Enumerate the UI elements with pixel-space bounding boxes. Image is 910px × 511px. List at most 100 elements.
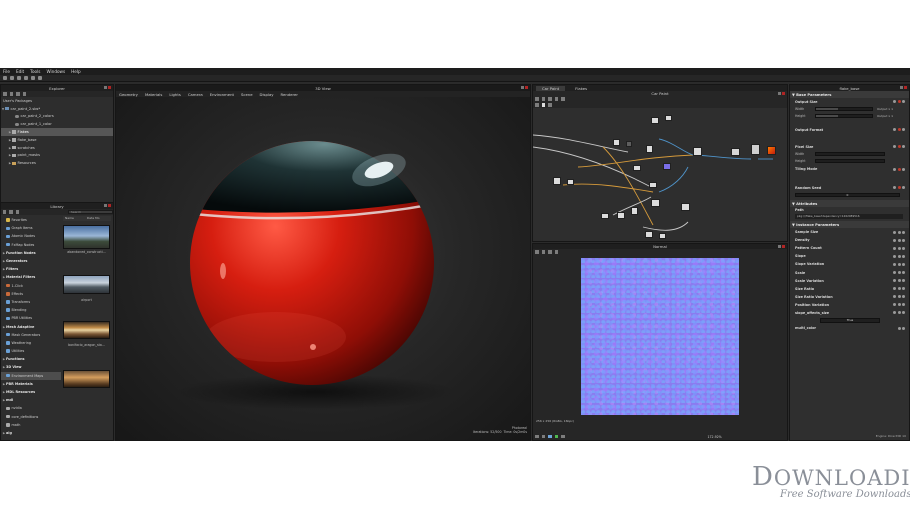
graph-node[interactable] bbox=[665, 115, 672, 121]
library-item[interactable]: Environment Maps bbox=[1, 371, 61, 380]
link-icon[interactable] bbox=[897, 311, 901, 315]
library-item[interactable]: ▶ Functions bbox=[1, 355, 61, 363]
reset-icon[interactable] bbox=[902, 145, 905, 148]
library-item[interactable]: 1-Click bbox=[1, 282, 61, 290]
channel-icon[interactable] bbox=[535, 250, 539, 254]
true-dropdown[interactable]: True bbox=[820, 317, 880, 323]
link-icon[interactable] bbox=[897, 230, 901, 234]
link-icon[interactable] bbox=[897, 271, 901, 275]
function-icon[interactable] bbox=[893, 303, 896, 307]
tree-item-selected[interactable]: ▶ Flakes bbox=[1, 128, 113, 136]
library-item[interactable]: nvidia bbox=[1, 404, 61, 412]
pixel-width-slider[interactable] bbox=[815, 151, 885, 156]
tab-flakes[interactable]: Flakes bbox=[575, 86, 587, 91]
reset-icon[interactable] bbox=[902, 303, 905, 307]
menu-tools[interactable]: Tools bbox=[30, 69, 40, 74]
function-icon[interactable] bbox=[893, 254, 896, 258]
library-item[interactable]: Weathering bbox=[1, 339, 61, 347]
close-icon[interactable] bbox=[904, 86, 907, 89]
graph-node[interactable] bbox=[567, 179, 574, 185]
reset-icon[interactable] bbox=[902, 246, 905, 250]
library-item[interactable]: ▶ MDL Resources bbox=[1, 388, 61, 396]
library-item[interactable]: Effects bbox=[1, 290, 61, 298]
base-parameters-section[interactable]: ▼ Base Parameters bbox=[790, 91, 909, 98]
undo-icon[interactable] bbox=[31, 76, 35, 80]
library-item[interactable]: PBR Utilities bbox=[1, 314, 61, 322]
reset-icon[interactable] bbox=[902, 262, 905, 266]
function-icon[interactable] bbox=[893, 311, 896, 315]
library-item[interactable]: ▶ 3D View bbox=[1, 363, 61, 371]
view3d-menu-environment[interactable]: Environment bbox=[210, 92, 234, 97]
library-item[interactable]: FxMap Nodes bbox=[1, 241, 61, 249]
library-item[interactable]: ▶ Generators bbox=[1, 257, 61, 265]
graph-node[interactable] bbox=[646, 145, 653, 153]
float-icon[interactable] bbox=[777, 245, 781, 248]
tree-item[interactable]: ▶ scratches bbox=[1, 144, 113, 152]
new-file-icon[interactable] bbox=[3, 76, 7, 80]
env-thumbnail[interactable] bbox=[63, 370, 110, 388]
close-icon[interactable] bbox=[782, 92, 785, 95]
width-slider[interactable] bbox=[815, 106, 873, 111]
histogram-icon[interactable] bbox=[561, 434, 565, 439]
link-icon[interactable] bbox=[22, 92, 26, 96]
view3d-menu-geometry[interactable]: Geometry bbox=[119, 92, 138, 97]
tree-package[interactable]: ▼ car_paint_2.sbs* bbox=[1, 105, 113, 113]
library-item[interactable]: Favorites bbox=[1, 216, 61, 224]
view3d-menu-display[interactable]: Display bbox=[260, 92, 274, 97]
link-icon[interactable] bbox=[897, 326, 901, 330]
graph-node[interactable] bbox=[617, 212, 625, 219]
graph-node[interactable] bbox=[651, 199, 660, 207]
function-icon[interactable] bbox=[893, 279, 896, 283]
link-icon[interactable] bbox=[897, 303, 901, 307]
tile-icon[interactable] bbox=[541, 250, 545, 254]
library-item[interactable]: ▶ alg bbox=[1, 429, 61, 437]
rgb-icon[interactable] bbox=[548, 434, 552, 439]
library-item[interactable]: Mask Generators bbox=[1, 331, 61, 339]
tab-car-paint[interactable]: Car Paint bbox=[536, 85, 566, 91]
menu-file[interactable]: File bbox=[3, 69, 10, 74]
library-item[interactable]: ▶ Material Filters bbox=[1, 273, 61, 281]
function-icon[interactable] bbox=[893, 230, 896, 234]
view3d-menu-lights[interactable]: Lights bbox=[169, 92, 180, 97]
graph-node[interactable] bbox=[645, 231, 653, 238]
reset-icon[interactable] bbox=[902, 295, 905, 299]
function-icon[interactable] bbox=[893, 295, 896, 299]
graph-node[interactable] bbox=[731, 148, 740, 156]
link-icon[interactable] bbox=[897, 262, 901, 266]
graph-node[interactable] bbox=[751, 144, 760, 155]
library-item[interactable]: ▶ Mesh Adaptive bbox=[1, 322, 61, 330]
graph-node[interactable] bbox=[633, 165, 641, 171]
float-icon[interactable] bbox=[103, 204, 107, 207]
grid-icon[interactable] bbox=[535, 97, 539, 101]
close-icon[interactable] bbox=[108, 86, 111, 89]
name-column-header[interactable]: Name bbox=[63, 216, 87, 221]
menu-windows[interactable]: Windows bbox=[46, 69, 65, 74]
view3d-menu-scene[interactable]: Scene bbox=[241, 92, 253, 97]
reset-icon[interactable] bbox=[902, 271, 905, 275]
home-icon[interactable] bbox=[3, 210, 7, 214]
float-icon[interactable] bbox=[777, 92, 781, 95]
function-icon[interactable] bbox=[893, 262, 896, 266]
link-icon[interactable] bbox=[897, 295, 901, 299]
close-icon[interactable] bbox=[525, 86, 528, 89]
graph-node[interactable] bbox=[613, 139, 620, 146]
env-thumbnail[interactable] bbox=[63, 321, 110, 339]
save-icon[interactable] bbox=[17, 76, 21, 80]
reset-icon[interactable] bbox=[902, 186, 905, 189]
library-item[interactable]: ▶ Function Nodes bbox=[1, 249, 61, 257]
close-icon[interactable] bbox=[108, 204, 111, 207]
link-icon[interactable] bbox=[893, 145, 896, 148]
function-icon[interactable] bbox=[897, 145, 901, 148]
normal-map-preview[interactable] bbox=[581, 258, 739, 415]
function-icon[interactable] bbox=[897, 128, 901, 131]
view3d-menu-camera[interactable]: Camera bbox=[188, 92, 203, 97]
library-item[interactable]: ▶ mdl bbox=[1, 396, 61, 404]
folder-icon[interactable] bbox=[16, 92, 20, 96]
date-column-header[interactable]: Date Mo bbox=[87, 216, 100, 221]
pixel-height-slider[interactable] bbox=[815, 158, 885, 163]
search-icon[interactable] bbox=[554, 97, 558, 101]
close-icon[interactable] bbox=[782, 245, 785, 248]
alpha-icon[interactable] bbox=[548, 250, 552, 254]
function-icon[interactable] bbox=[897, 167, 901, 171]
tree-item[interactable]: car_paint_2_colors bbox=[1, 113, 113, 121]
